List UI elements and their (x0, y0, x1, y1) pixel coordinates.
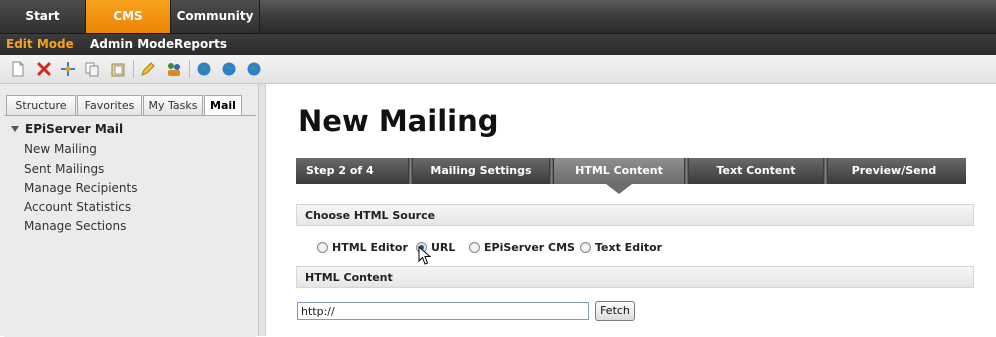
radio-label: URL (431, 241, 456, 254)
url-input[interactable] (297, 302, 589, 320)
step-mailing-settings[interactable]: Mailing Settings (413, 158, 549, 184)
choose-source-heading: Choose HTML Source (296, 204, 974, 226)
mouse-pointer-icon (418, 246, 432, 265)
step-html-content[interactable]: HTML Content (554, 158, 684, 184)
globe-icon[interactable] (196, 61, 212, 77)
tab-start[interactable]: Start (0, 0, 86, 33)
radio-label: EPiServer CMS (484, 241, 575, 254)
html-content-heading: HTML Content (296, 266, 974, 288)
reports-link[interactable]: Reports (174, 34, 227, 55)
toolbar-separator (189, 60, 190, 78)
tree-item-account-statistics[interactable]: Account Statistics (24, 200, 131, 214)
edit-icon[interactable] (140, 61, 156, 77)
radio-text-editor[interactable]: Text Editor (580, 240, 662, 256)
tab-cms[interactable]: CMS (86, 0, 171, 33)
tree-item-new-mailing[interactable]: New Mailing (24, 142, 97, 156)
tree-item-manage-recipients[interactable]: Manage Recipients (24, 181, 138, 195)
top-navigation-bar: Start CMS Community (0, 0, 996, 34)
active-step-pointer (606, 184, 632, 194)
new-page-icon[interactable] (10, 61, 26, 77)
panel-splitter[interactable] (259, 84, 266, 336)
move-icon[interactable] (60, 61, 76, 77)
tab-community[interactable]: Community (171, 0, 260, 33)
tree-root-episerver-mail[interactable]: EPiServer Mail (25, 122, 123, 136)
toolbar-separator (133, 60, 134, 78)
admin-mode-link[interactable]: Admin Mode (90, 34, 174, 55)
mode-bar: Edit Mode Admin Mode Reports (0, 34, 996, 55)
tab-my-tasks[interactable]: My Tasks (143, 95, 203, 115)
radio-button[interactable] (317, 242, 328, 253)
expand-arrow-icon[interactable] (11, 126, 19, 132)
fetch-button[interactable]: Fetch (595, 301, 635, 321)
step-text-content[interactable]: Text Content (689, 158, 823, 184)
step-preview-send[interactable]: Preview/Send (828, 158, 960, 184)
edit-mode-link[interactable]: Edit Mode (6, 34, 74, 55)
radio-label: Text Editor (595, 241, 663, 254)
tree-item-sent-mailings[interactable]: Sent Mailings (24, 162, 104, 176)
globe-back-icon[interactable] (221, 61, 237, 77)
toolbar (0, 55, 996, 84)
globe-forward-icon[interactable] (246, 61, 262, 77)
delete-icon[interactable] (36, 61, 52, 77)
radio-button[interactable] (580, 242, 591, 253)
radio-label: HTML Editor (332, 241, 408, 254)
tab-structure[interactable]: Structure (6, 95, 76, 115)
step-counter: Step 2 of 4 (306, 164, 374, 177)
tab-favorites[interactable]: Favorites (77, 95, 142, 115)
radio-episerver-cms[interactable]: EPiServer CMS (469, 240, 575, 256)
users-icon[interactable] (166, 61, 182, 77)
copy-icon[interactable] (84, 61, 100, 77)
radio-html-editor[interactable]: HTML Editor (317, 240, 408, 256)
radio-button[interactable] (469, 242, 480, 253)
tab-mail[interactable]: Mail (204, 95, 242, 116)
page-title: New Mailing (298, 104, 499, 138)
paste-icon[interactable] (110, 61, 126, 77)
tree-item-manage-sections[interactable]: Manage Sections (24, 219, 126, 233)
